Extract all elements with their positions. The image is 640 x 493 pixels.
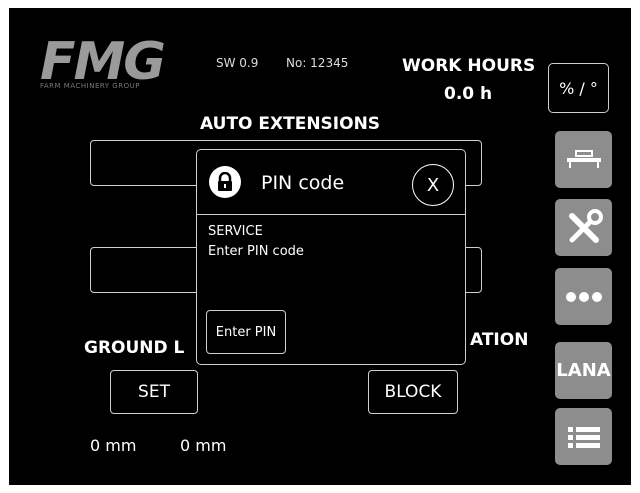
dialog-close-button[interactable]: X [412,164,454,206]
software-version: SW 0.9 [216,56,259,70]
dialog-title: PIN code [261,172,345,194]
auto-extensions-label: AUTO EXTENSIONS [200,114,381,134]
set-button[interactable]: SET [110,370,198,414]
more-options-button[interactable] [555,268,612,325]
ground-label: GROUND L [84,338,185,358]
work-hours-label: WORK HOURS [402,56,536,76]
logo-subtitle: FARM MACHINERY GROUP [40,82,140,90]
enter-pin-button[interactable]: Enter PIN [206,310,286,354]
settings-tools-button[interactable] [555,199,612,256]
dialog-line-service: SERVICE [208,224,263,239]
units-toggle-button[interactable]: % / ° [548,63,609,113]
dialog-line-instruction: Enter PIN code [208,244,304,259]
right-section-label: ATION [470,330,529,350]
pin-dialog: PIN code X SERVICE Enter PIN code Enter … [196,149,466,365]
logo-text: FMG [40,32,166,92]
work-hours-value: 0.0 h [444,84,493,104]
lana-button[interactable]: LANA [555,342,612,399]
boom-icon [566,149,601,168]
lock-icon [209,166,241,198]
readout-right: 0 mm [180,436,227,455]
block-button[interactable]: BLOCK [368,370,458,414]
dialog-divider [197,214,465,215]
fmg-logo: FMG FARM MACHINERY GROUP [40,36,200,98]
serial-number: No: 12345 [286,56,349,70]
more-dots-icon [565,291,602,302]
list-icon [567,426,600,448]
boom-view-button[interactable] [555,131,612,188]
readout-left: 0 mm [90,436,137,455]
tools-icon [568,208,603,243]
menu-list-button[interactable] [555,408,612,465]
